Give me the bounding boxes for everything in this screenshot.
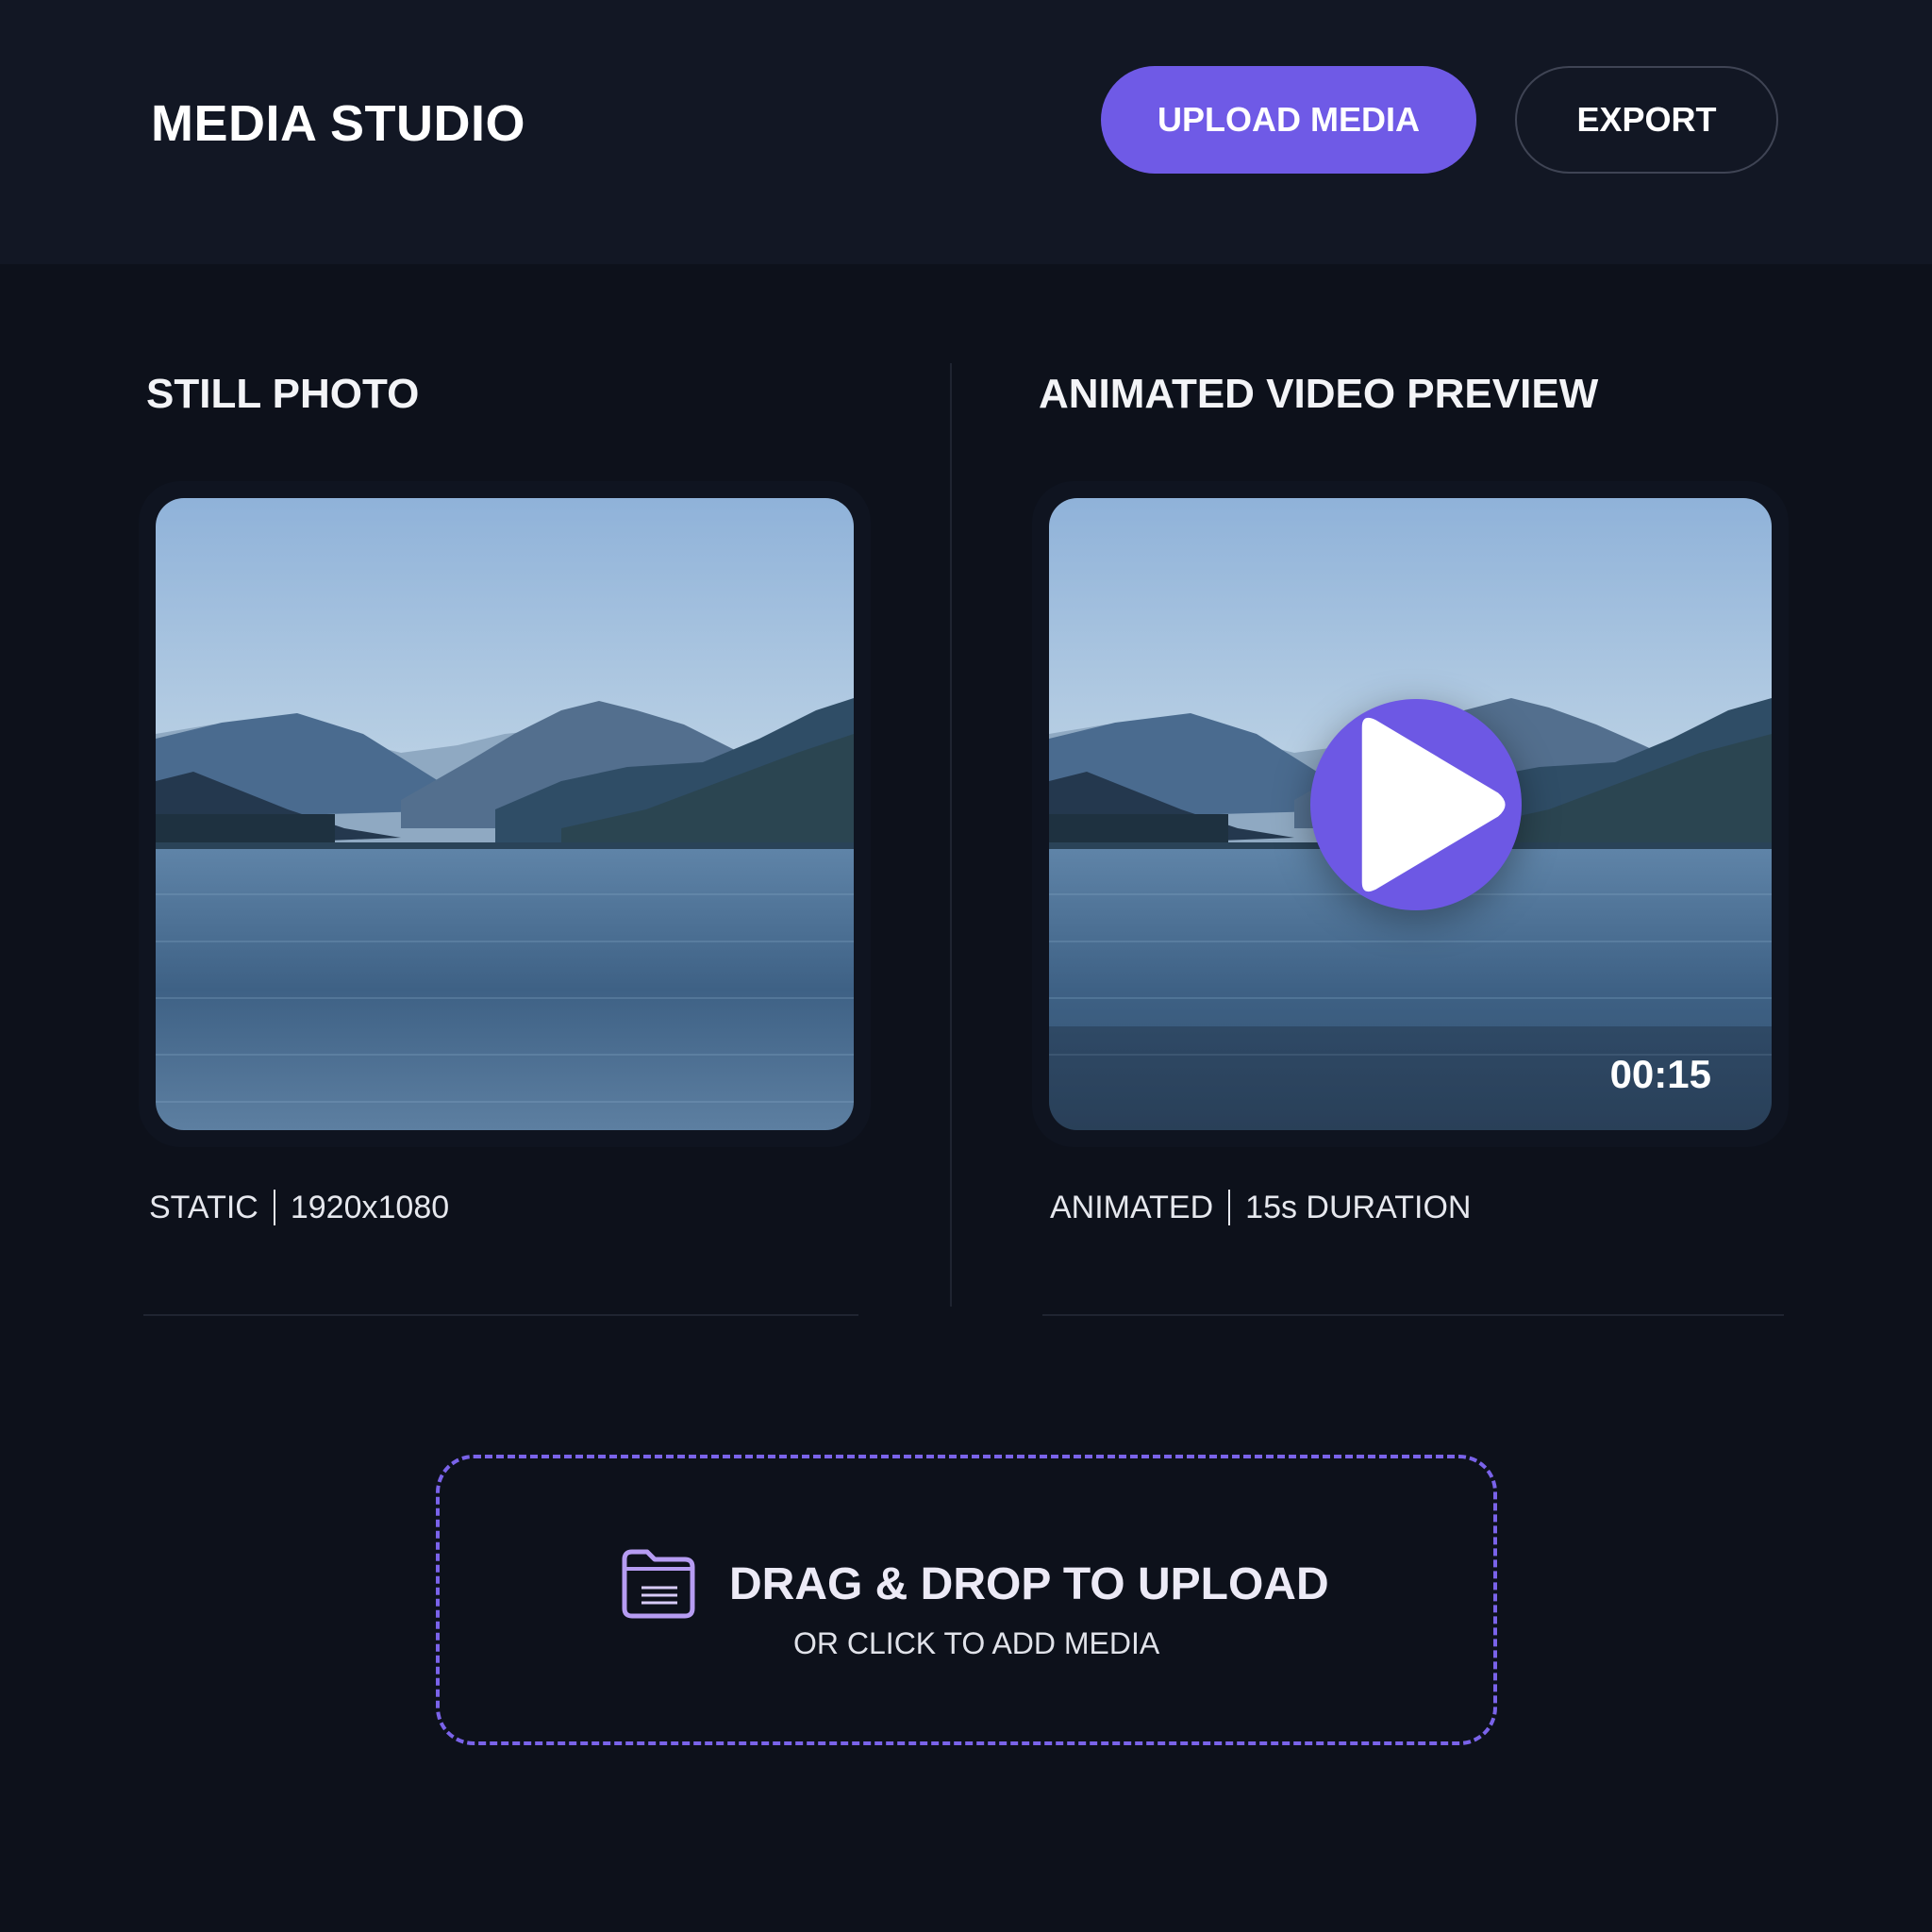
right-section-divider	[1042, 1314, 1784, 1316]
still-resolution-label: 1920x1080	[290, 1190, 450, 1225]
export-button[interactable]: EXPORT	[1515, 66, 1778, 174]
dropzone-subtitle: OR CLICK TO ADD MEDIA	[793, 1626, 1160, 1660]
app-title: MEDIA STUDIO	[151, 95, 525, 152]
video-preview-card[interactable]: 00:15	[1032, 481, 1789, 1147]
lake-landscape-image	[156, 498, 854, 1130]
video-duration-label: 15s DURATION	[1245, 1190, 1472, 1225]
still-photo-image[interactable]	[156, 498, 854, 1130]
left-section-divider	[143, 1314, 858, 1316]
video-preview-title: ANIMATED VIDEO PREVIEW	[1039, 371, 1599, 417]
still-photo-caption: STATIC 1920x1080	[149, 1187, 449, 1228]
upload-media-button[interactable]: UPLOAD MEDIA	[1101, 66, 1476, 174]
video-preview-image[interactable]: 00:15	[1049, 498, 1772, 1130]
play-icon	[1361, 717, 1506, 892]
still-photo-card[interactable]	[139, 481, 871, 1147]
top-bar: MEDIA STUDIO UPLOAD MEDIA EXPORT	[0, 0, 1932, 264]
still-photo-title: STILL PHOTO	[146, 371, 420, 417]
folder-icon	[622, 1549, 695, 1619]
caption-separator	[273, 1190, 275, 1225]
caption-separator	[1228, 1190, 1231, 1225]
upload-dropzone[interactable]: DRAG & DROP TO UPLOAD OR CLICK TO ADD ME…	[436, 1455, 1497, 1745]
still-type-label: STATIC	[149, 1190, 258, 1225]
video-timestamp: 00:15	[1609, 1052, 1711, 1096]
dropzone-title: DRAG & DROP TO UPLOAD	[729, 1559, 1329, 1609]
column-divider	[950, 363, 952, 1307]
video-caption: ANIMATED 15s DURATION	[1050, 1187, 1471, 1228]
video-type-label: ANIMATED	[1050, 1190, 1214, 1225]
play-button[interactable]	[1310, 699, 1522, 910]
